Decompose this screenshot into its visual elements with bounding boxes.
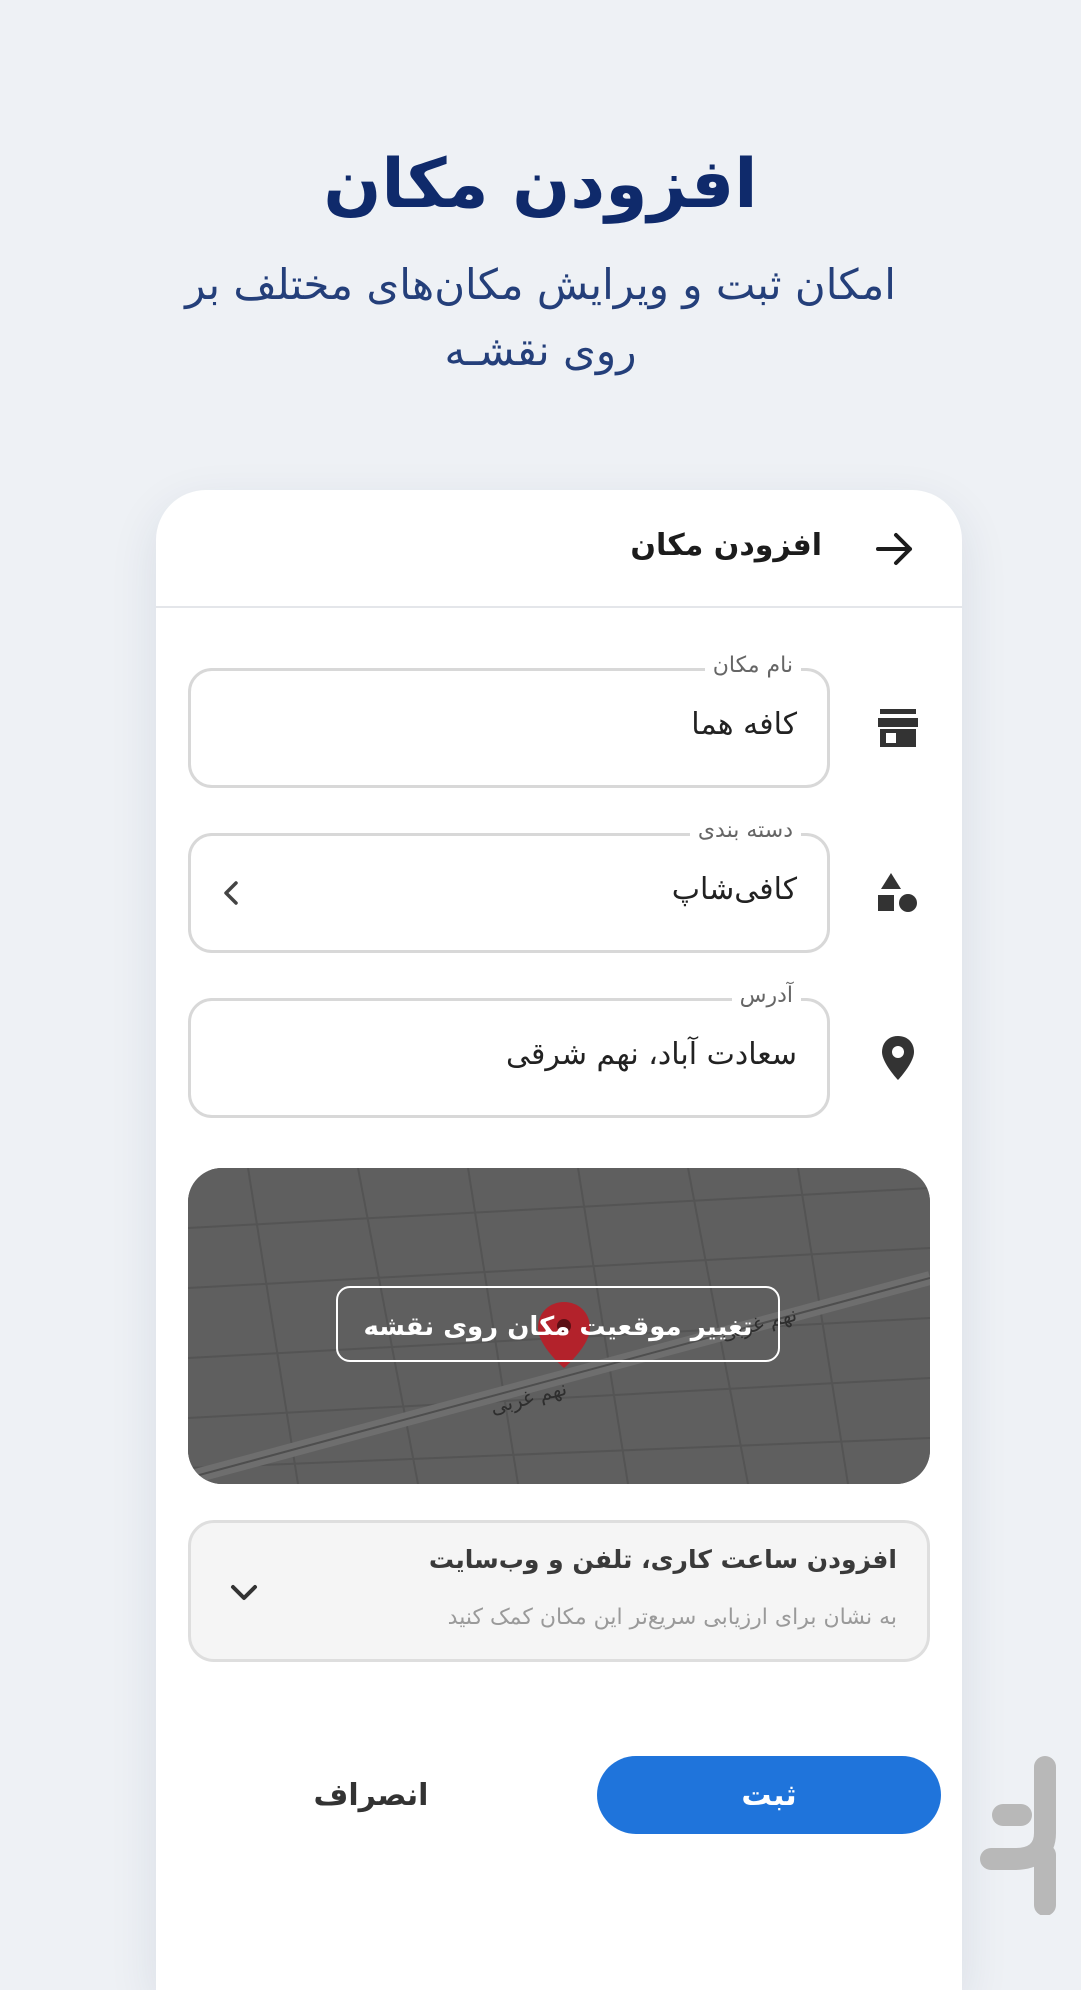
category-value: کافی‌شاپ — [671, 872, 797, 907]
extra-info-title: افزودن ساعت کاری، تلفن و وب‌سایت — [428, 1545, 897, 1574]
promo-subline: امکان ثبت و ویرایش مکان‌های مختلف بر روی… — [185, 260, 896, 375]
add-extra-info-card[interactable]: افزودن ساعت کاری، تلفن و وب‌سایت به نشان… — [188, 1520, 930, 1662]
shapes-icon — [878, 873, 917, 912]
app-bar: افزودن مکان — [156, 490, 962, 608]
category-select[interactable]: دسته بندی کافی‌شاپ — [188, 818, 830, 953]
phone-frame: افزودن مکان نام مکان کافه هما دسته بندی … — [156, 490, 962, 1990]
page-title: افزودن مکان — [630, 528, 822, 563]
location-pin-icon — [882, 1036, 914, 1080]
category-row: دسته بندی کافی‌شاپ — [188, 818, 930, 953]
chevron-left-icon — [224, 881, 238, 905]
store-icon — [878, 709, 918, 747]
place-name-label: نام مکان — [704, 653, 801, 678]
change-location-button[interactable]: تغییر موقعیت مکان روی نقشه — [336, 1286, 780, 1362]
submit-button[interactable]: ثبت — [597, 1756, 941, 1834]
promo-headline: افزودن مکان — [323, 145, 758, 224]
extra-info-subtitle: به نشان برای ارزیابی سریع‌تر این مکان کم… — [447, 1605, 897, 1630]
category-label: دسته بندی — [689, 818, 801, 843]
place-name-row: نام مکان کافه هما — [188, 653, 930, 788]
map-preview[interactable]: نهم غربی نهم غربی تغییر موقعیت مکان روی … — [188, 1168, 930, 1484]
address-label: آدرس — [731, 983, 801, 1008]
address-field[interactable]: آدرس سعادت آباد، نهم شرقی — [188, 983, 830, 1118]
store-logo-icon — [980, 1756, 1056, 1915]
arrow-right-icon[interactable] — [872, 526, 918, 572]
place-name-value: کافه هما — [691, 707, 797, 742]
place-name-field[interactable]: نام مکان کافه هما — [188, 653, 830, 788]
address-value: سعادت آباد، نهم شرقی — [505, 1037, 797, 1072]
cancel-button[interactable]: انصراف — [256, 1756, 486, 1834]
address-row: آدرس سعادت آباد، نهم شرقی — [188, 983, 930, 1118]
chevron-down-icon — [231, 1585, 257, 1600]
